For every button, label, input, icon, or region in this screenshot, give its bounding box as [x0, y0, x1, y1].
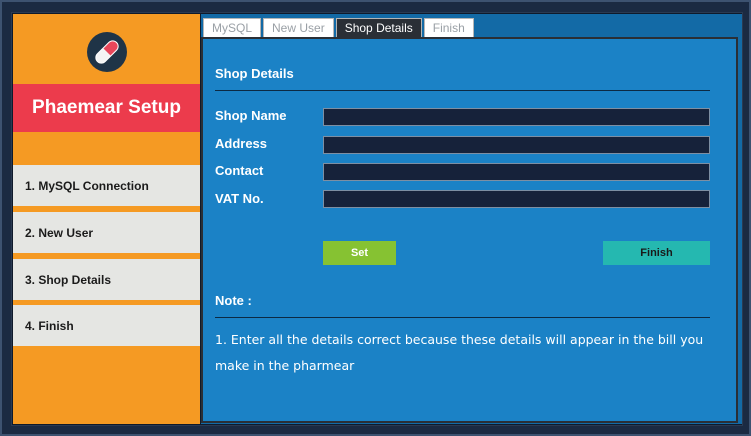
shop-name-input[interactable] — [323, 108, 710, 126]
sidebar-step-shop-details[interactable]: 3. Shop Details — [13, 259, 200, 300]
tab-new-user[interactable]: New User — [263, 18, 334, 37]
address-input[interactable] — [323, 136, 710, 154]
pill-shape — [92, 37, 122, 67]
heading-divider — [215, 90, 710, 91]
app-title: Phaemear Setup — [32, 97, 181, 118]
address-label: Address — [215, 136, 268, 151]
tab-bar: MySQL New User Shop Details Finish — [201, 18, 474, 37]
sidebar-step-mysql-connection[interactable]: 1. MySQL Connection — [13, 165, 200, 206]
note-heading: Note : — [215, 293, 252, 308]
shop-name-label: Shop Name — [215, 108, 287, 123]
note-text: 1. Enter all the details correct because… — [215, 332, 704, 373]
section-heading: Shop Details — [215, 66, 294, 81]
shop-details-panel: Shop Details Shop Name Address Contact V… — [201, 37, 738, 423]
tab-shop-details[interactable]: Shop Details — [335, 18, 422, 37]
note-divider — [215, 317, 710, 318]
finish-button[interactable]: Finish — [603, 241, 710, 265]
contact-label: Contact — [215, 163, 264, 178]
sidebar-step-new-user[interactable]: 2. New User — [13, 212, 200, 253]
main-panel: MySQL New User Shop Details Finish Shop … — [201, 14, 742, 424]
vat-number-input[interactable] — [323, 190, 710, 208]
sidebar-step-finish[interactable]: 4. Finish — [13, 305, 200, 346]
setup-window: Phaemear Setup 1. MySQL Connection 2. Ne… — [0, 0, 751, 436]
sidebar: Phaemear Setup 1. MySQL Connection 2. Ne… — [13, 14, 200, 424]
app-title-banner: Phaemear Setup — [13, 84, 200, 132]
vat-number-label: VAT No. — [215, 191, 264, 206]
pill-capsule-icon — [87, 32, 127, 72]
contact-input[interactable] — [323, 163, 710, 181]
tab-finish[interactable]: Finish — [423, 18, 474, 37]
tab-mysql[interactable]: MySQL — [203, 18, 262, 37]
set-button[interactable]: Set — [323, 241, 396, 265]
